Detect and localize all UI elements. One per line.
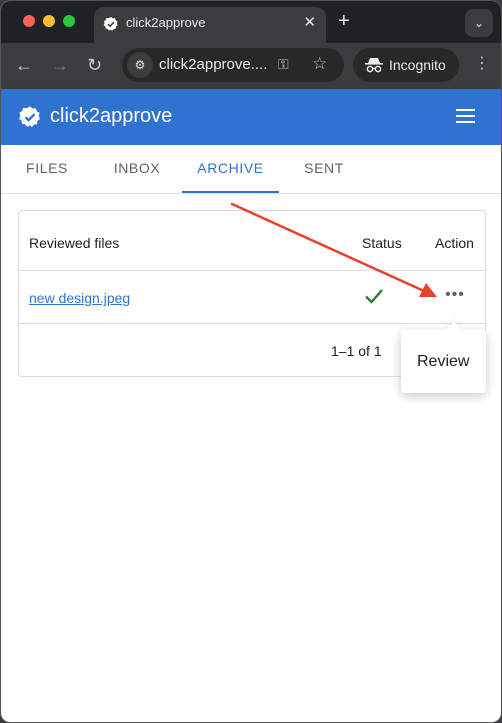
tab-title: click2approve — [126, 15, 206, 30]
column-header-reviewed-files: Reviewed files — [29, 235, 120, 251]
tab-files[interactable]: FILES — [9, 145, 85, 193]
site-settings-icon[interactable]: ⚙ — [127, 52, 153, 78]
bookmark-star-icon[interactable]: ☆ — [312, 54, 327, 74]
incognito-label: Incognito — [389, 57, 446, 73]
app-title: click2approve — [50, 105, 173, 127]
actions-popover: Review — [401, 330, 486, 393]
verified-badge-icon — [19, 106, 40, 128]
close-window-button[interactable] — [23, 15, 35, 27]
maximize-window-button[interactable] — [63, 15, 75, 27]
file-link[interactable]: new design.jpeg — [29, 290, 130, 306]
reload-icon[interactable]: ↻ — [87, 54, 102, 76]
column-header-status: Status — [362, 235, 402, 251]
approved-check-icon — [365, 289, 383, 304]
pagination-label: 1–1 of 1 — [331, 343, 382, 359]
incognito-button[interactable]: Incognito — [353, 48, 459, 82]
browser-tab-strip: click2approve ✕ + ⌄ — [1, 1, 501, 43]
url-text[interactable]: click2approve.... — [159, 56, 267, 73]
forward-arrow-icon[interactable]: → — [51, 54, 69, 76]
browser-tab[interactable]: click2approve ✕ — [94, 7, 326, 43]
verified-badge-icon — [103, 17, 118, 31]
incognito-icon — [365, 58, 383, 73]
browser-menu-icon[interactable]: ⋮ — [474, 53, 490, 75]
review-menu-item[interactable]: Review — [417, 353, 469, 371]
minimize-window-button[interactable] — [43, 15, 55, 27]
password-key-icon[interactable]: ⚿ — [278, 56, 289, 73]
browser-window: click2approve ✕ + ⌄ ← → ↻ ⚙ click2approv… — [0, 0, 502, 723]
tab-sent[interactable]: SENT — [286, 145, 362, 193]
hamburger-menu-icon[interactable] — [456, 109, 475, 125]
tab-inbox[interactable]: INBOX — [99, 145, 175, 193]
tab-search-button[interactable]: ⌄ — [465, 9, 493, 37]
table-header-row: Reviewed files Status Action — [19, 211, 485, 271]
browser-toolbar: ← → ↻ ⚙ click2approve.... ⚿ ☆ Incognito … — [1, 43, 501, 89]
more-actions-icon[interactable]: ••• — [442, 287, 468, 307]
table-row: new design.jpeg ••• — [19, 271, 485, 324]
app-bar: click2approve — [1, 89, 501, 145]
app-tabs: FILES INBOX ARCHIVE SENT — [1, 145, 501, 194]
column-header-action: Action — [435, 235, 474, 251]
tab-archive[interactable]: ARCHIVE — [182, 145, 279, 193]
new-tab-button[interactable]: + — [338, 10, 350, 32]
address-bar[interactable]: ⚙ click2approve.... ⚿ ☆ — [122, 48, 344, 82]
close-tab-icon[interactable]: ✕ — [303, 14, 316, 32]
back-arrow-icon[interactable]: ← — [15, 54, 33, 76]
